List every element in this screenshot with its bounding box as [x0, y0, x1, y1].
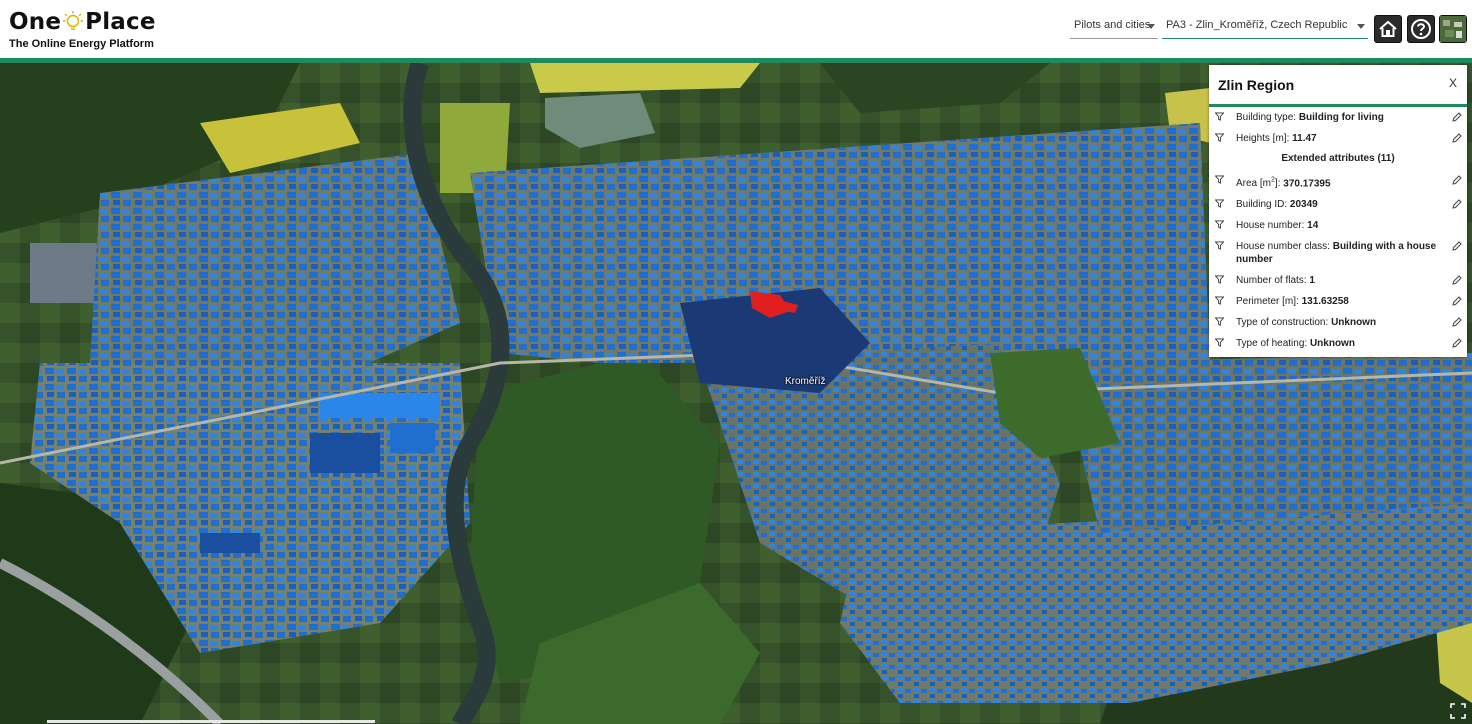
attribute-key: Type of heating: — [1236, 338, 1308, 350]
attribute-row-building-id: Building ID: 20349 — [1209, 198, 1467, 211]
filter-icon[interactable] — [1215, 199, 1224, 209]
layers-icon — [1440, 16, 1466, 42]
help-icon — [1411, 19, 1431, 39]
filter-icon[interactable] — [1215, 133, 1224, 142]
region-select[interactable]: PA3 - Zlin_Kroměříž, Czech Republic — [1162, 17, 1368, 39]
pilots-select[interactable]: Pilots and cities — [1070, 17, 1158, 39]
attribute-row-type-of-heating: Type of heating: Unknown — [1209, 337, 1467, 350]
help-button[interactable] — [1407, 15, 1435, 43]
attribute-value: 11.47 — [1292, 133, 1317, 144]
extended-attributes-toggle[interactable]: Extended attributes (11) — [1209, 152, 1467, 165]
close-button[interactable]: X — [1449, 76, 1457, 90]
attribute-row-heights: Heights [m]: 11.47 — [1209, 132, 1467, 145]
filter-icon[interactable] — [1215, 338, 1224, 348]
attribute-value: 131.63258 — [1301, 296, 1349, 308]
lightbulb-icon — [63, 11, 84, 30]
attribute-value: 1 — [1309, 275, 1315, 287]
app-subtitle: The Online Energy Platform — [9, 38, 154, 50]
logo-word-place: Place — [85, 9, 156, 35]
app-header: One Place The Online Energy Platform Pil… — [0, 0, 1472, 58]
layers-button[interactable] — [1439, 15, 1467, 43]
chevron-down-icon — [1147, 24, 1155, 29]
attribute-row-house-number-class: House number class: Building with a hous… — [1209, 240, 1467, 266]
attribute-row-house-number: House number: 14 — [1209, 219, 1467, 232]
area-key-suffix: ]: — [1274, 178, 1281, 190]
pencil-icon[interactable] — [1452, 175, 1462, 185]
attribute-value: 20349 — [1289, 199, 1318, 211]
attribute-key: Area [m2]: — [1236, 177, 1281, 190]
attribute-key: House number class: — [1236, 241, 1330, 253]
filter-icon[interactable] — [1215, 296, 1224, 306]
attribute-row-perimeter: Perimeter [m]: 131.63258 — [1209, 295, 1467, 308]
attribute-key: Perimeter [m]: — [1236, 296, 1299, 308]
pencil-icon[interactable] — [1452, 133, 1462, 143]
fullscreen-icon[interactable] — [1450, 703, 1466, 719]
region-select-value: PA3 - Zlin_Kroměříž, Czech Republic — [1166, 19, 1348, 31]
pencil-icon[interactable] — [1452, 199, 1462, 209]
area-key-prefix: Area [m — [1236, 178, 1272, 190]
logo-word-one: One — [9, 9, 62, 35]
attribute-row-area: Area [m2]: 370.17395 — [1209, 174, 1467, 190]
attribute-value: Building for living — [1298, 112, 1384, 123]
home-button[interactable] — [1374, 15, 1402, 43]
home-icon — [1379, 20, 1397, 37]
app-logo[interactable]: One Place The Online Energy Platform — [9, 8, 156, 50]
filter-icon[interactable] — [1215, 220, 1224, 230]
attribute-value: 14 — [1307, 220, 1319, 232]
filter-icon[interactable] — [1215, 112, 1224, 121]
filter-icon[interactable] — [1215, 317, 1224, 327]
building-info-panel: Zlin Region X Building type: Building fo… — [1209, 65, 1467, 357]
panel-title: Zlin Region — [1218, 77, 1295, 93]
attribute-key: Building type: — [1236, 112, 1297, 123]
attribute-row-type-of-construction: Type of construction: Unknown — [1209, 316, 1467, 329]
attribute-row-building-type: Building type: Building for living — [1209, 111, 1467, 124]
filter-icon[interactable] — [1215, 241, 1224, 251]
panel-header: Zlin Region X — [1209, 65, 1467, 107]
filter-icon[interactable] — [1215, 275, 1224, 285]
pencil-icon[interactable] — [1452, 275, 1462, 285]
pencil-icon[interactable] — [1452, 317, 1462, 327]
attribute-key: House number: — [1236, 220, 1305, 232]
attribute-key: Type of construction: — [1236, 317, 1329, 329]
attribute-key: Building ID: — [1236, 199, 1288, 211]
attribute-row-number-of-flats: Number of flats: 1 — [1209, 274, 1467, 287]
filter-icon[interactable] — [1215, 175, 1224, 184]
pencil-icon[interactable] — [1452, 338, 1462, 348]
map-attribution-bar — [47, 720, 375, 723]
attribute-list: Building type: Building for living Heigh… — [1209, 107, 1467, 350]
attribute-key: Number of flats: — [1236, 275, 1307, 287]
pencil-icon[interactable] — [1452, 296, 1462, 306]
pencil-icon[interactable] — [1452, 241, 1462, 251]
city-label: Kroměříž — [785, 376, 826, 387]
attribute-value: 370.17395 — [1283, 178, 1331, 190]
attribute-key: Heights [m]: — [1236, 133, 1290, 144]
attribute-value: Unknown — [1309, 338, 1355, 350]
chevron-down-icon — [1357, 24, 1365, 29]
attribute-value: Unknown — [1331, 317, 1377, 329]
pilots-select-value: Pilots and cities — [1074, 19, 1151, 31]
pencil-icon[interactable] — [1452, 112, 1462, 122]
